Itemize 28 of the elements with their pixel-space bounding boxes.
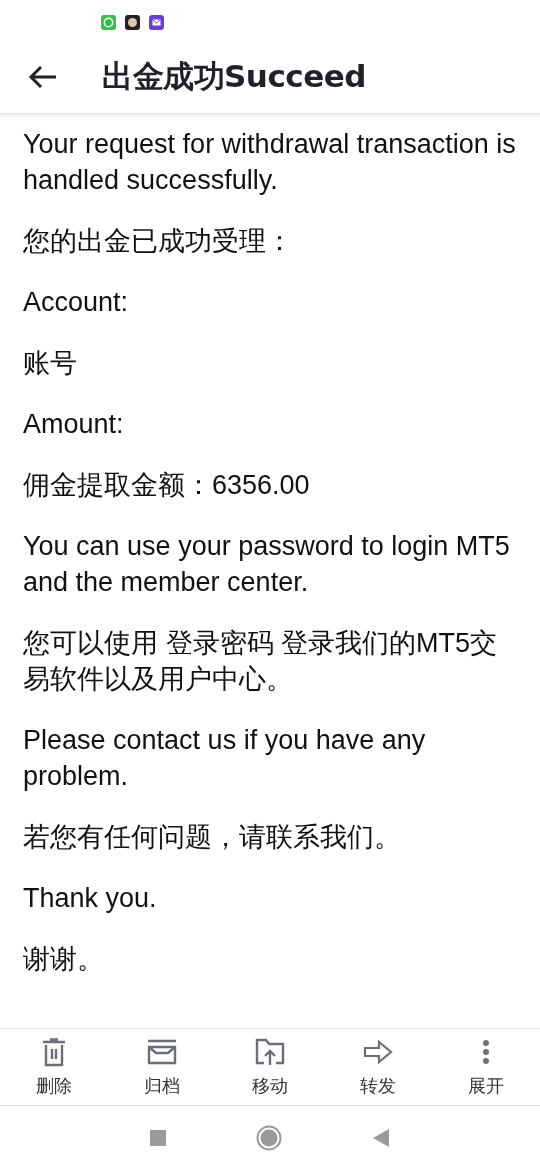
message-paragraph: Account: bbox=[23, 286, 130, 319]
forward-button[interactable]: 转发 bbox=[324, 1029, 432, 1105]
message-paragraph: 账号 bbox=[23, 347, 78, 380]
folder-upload-icon bbox=[254, 1037, 286, 1067]
archive-button[interactable]: 归档 bbox=[108, 1029, 216, 1105]
mail-app-icon bbox=[149, 14, 164, 30]
message-paragraph: You can use your password to login MT5 and the member center. bbox=[23, 530, 511, 599]
forward-arrow-icon bbox=[363, 1040, 393, 1064]
message-paragraph: Your request for withdrawal transaction is handled successfully. bbox=[23, 128, 517, 197]
message-paragraph: Please contact us if you have any problem. bbox=[23, 724, 427, 793]
page-title: 出金成功Succeed bbox=[102, 56, 366, 96]
message-paragraph: Amount: bbox=[23, 408, 125, 441]
trash-button[interactable]: 删除 bbox=[0, 1029, 108, 1105]
message-paragraph: 谢谢。 bbox=[23, 943, 105, 976]
message-paragraph: 您的出金已成功受理： bbox=[23, 225, 294, 258]
trash-icon bbox=[40, 1037, 68, 1067]
chat-app-icon bbox=[101, 14, 116, 30]
message-paragraph: 佣金提取金额：6356.00 bbox=[23, 469, 311, 502]
message-paragraph: Thank you. bbox=[23, 882, 158, 915]
home-button[interactable] bbox=[256, 1125, 282, 1151]
move-button[interactable]: 移动 bbox=[216, 1029, 324, 1105]
message-paragraph: 您可以使用 登录密码 登录我们的MT5交易软件以及用户中心。 bbox=[23, 627, 498, 696]
clock-app-icon bbox=[125, 14, 140, 30]
back-nav-button[interactable] bbox=[372, 1128, 390, 1148]
message-paragraph: 若您有任何问题，请联系我们。 bbox=[23, 821, 402, 854]
tray-icon bbox=[146, 1039, 178, 1065]
more-button[interactable]: 展开 bbox=[432, 1029, 540, 1105]
more-icon bbox=[482, 1039, 490, 1065]
